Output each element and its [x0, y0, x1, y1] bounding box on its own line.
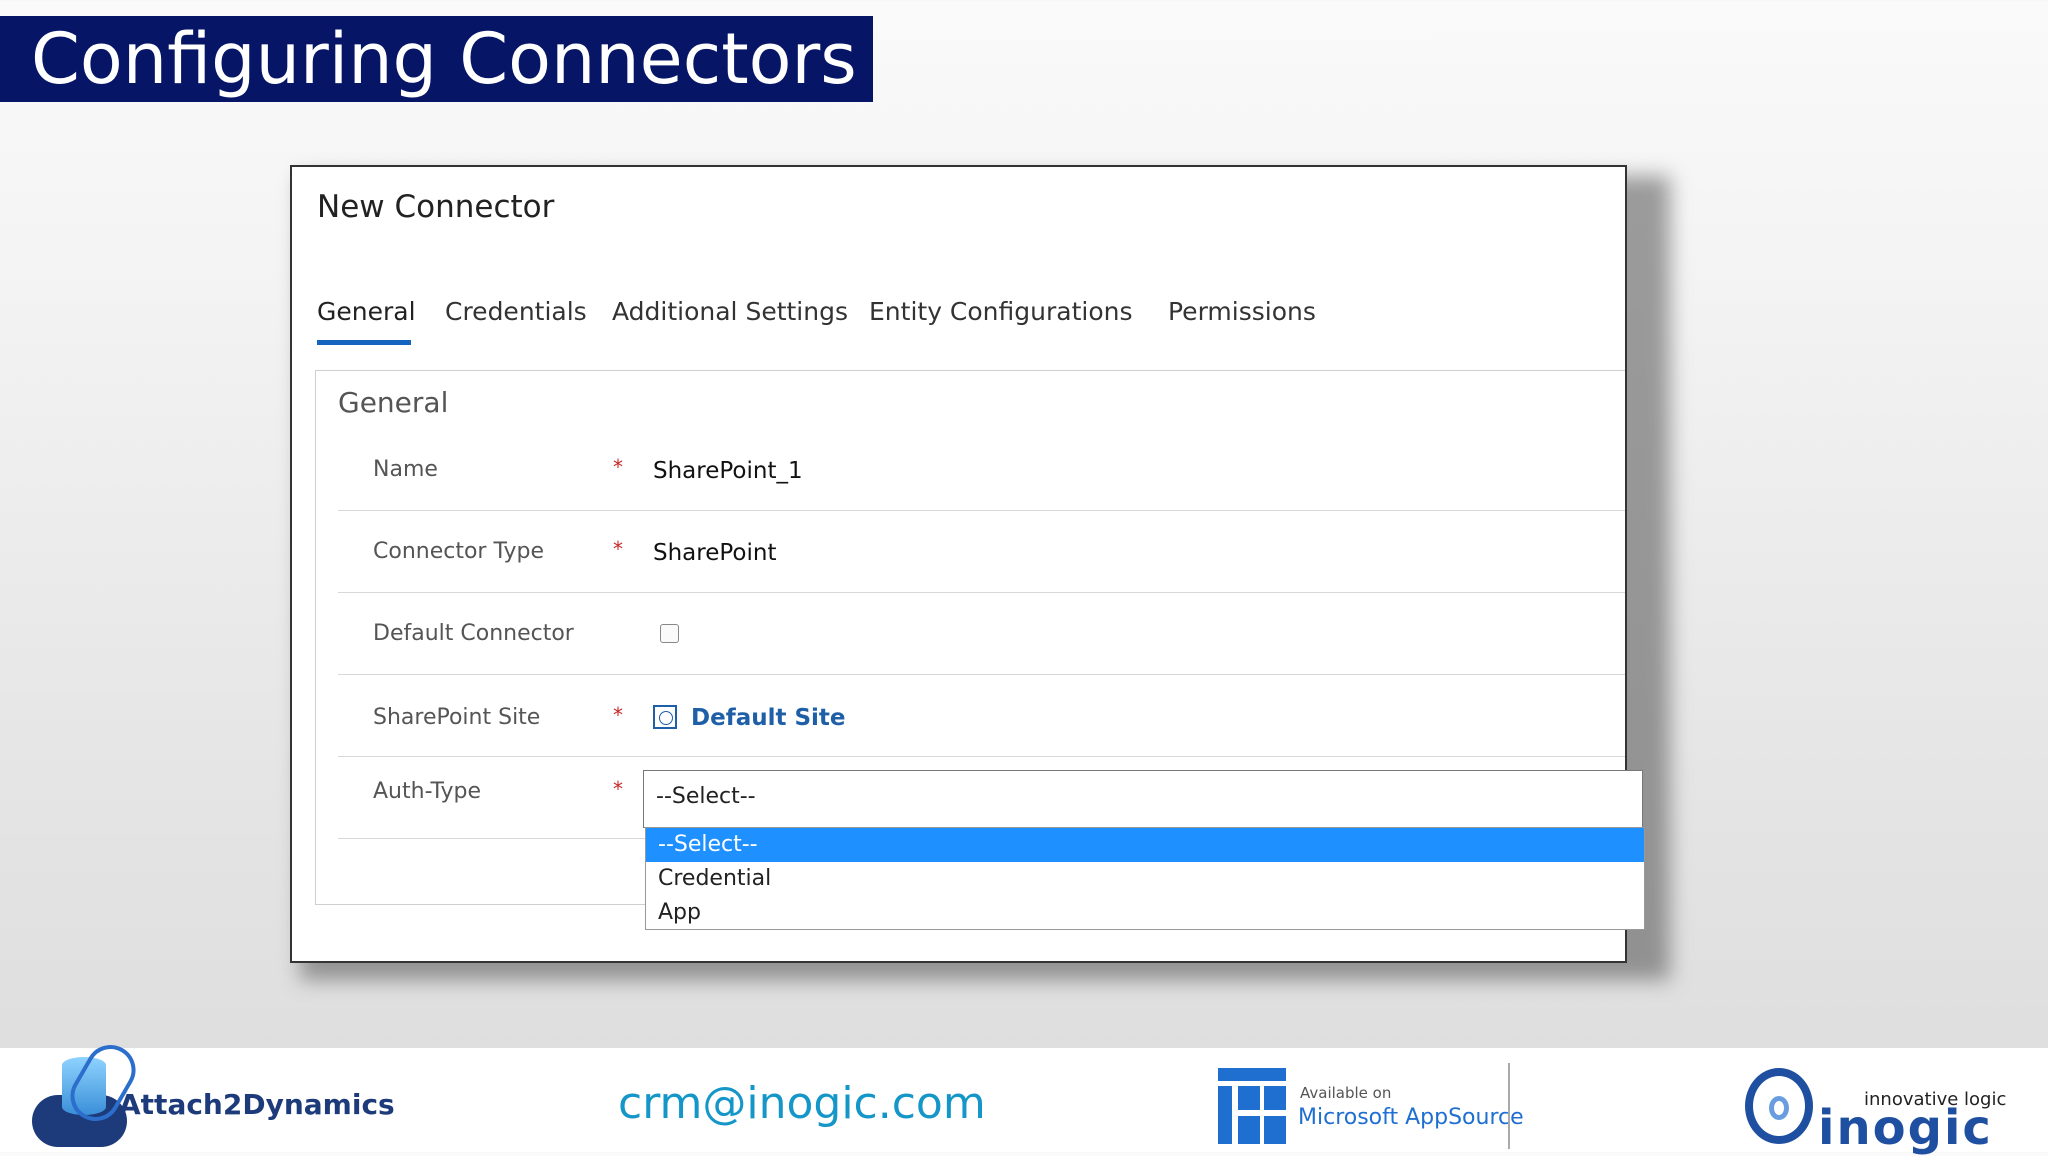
default-connector-label: Default Connector: [373, 621, 574, 646]
sharepoint-site-link[interactable]: Default Site: [691, 705, 846, 731]
name-value[interactable]: SharePoint_1: [653, 458, 803, 484]
inogic-logo-icon: [1745, 1068, 1813, 1144]
sharepoint-site-label: SharePoint Site: [373, 705, 541, 730]
required-marker: *: [613, 455, 623, 479]
required-marker: *: [613, 777, 623, 801]
auth-type-label: Auth-Type: [373, 779, 482, 804]
contact-email[interactable]: crm@inogic.com: [618, 1078, 986, 1129]
tab-credentials[interactable]: Credentials: [445, 297, 587, 326]
auth-type-select[interactable]: --Select--: [643, 770, 1643, 828]
microsoft-appsource-icon: [1218, 1068, 1286, 1144]
name-label: Name: [373, 457, 438, 482]
section-title: General: [338, 386, 449, 419]
slide-title: Configuring Connectors: [0, 16, 873, 102]
tab-general[interactable]: General: [317, 297, 416, 326]
connector-type-label: Connector Type: [373, 539, 544, 564]
appsource-caption: Available on: [1300, 1084, 1392, 1102]
default-connector-checkbox[interactable]: [660, 624, 679, 643]
sharepoint-site-row: SharePoint Site * Default Site: [338, 675, 1625, 757]
required-marker: *: [613, 703, 623, 727]
appsource-name: Microsoft AppSource: [1298, 1105, 1524, 1130]
tab-additional-settings[interactable]: Additional Settings: [612, 297, 848, 326]
attach2dynamics-logo-text: Attach2Dynamics: [119, 1088, 395, 1121]
inogic-logo-text: inogic: [1818, 1100, 1993, 1156]
tab-permissions[interactable]: Permissions: [1168, 297, 1316, 326]
connector-type-value[interactable]: SharePoint: [653, 540, 776, 566]
footer-divider: [1508, 1063, 1510, 1149]
required-marker: *: [613, 537, 623, 561]
connector-type-row: Connector Type * SharePoint: [338, 511, 1625, 593]
dialog-title: New Connector: [317, 189, 555, 225]
option-app[interactable]: App: [646, 896, 1644, 930]
option-select[interactable]: --Select--: [646, 828, 1644, 862]
lookup-record-icon: [653, 705, 677, 729]
auth-type-selected-value: --Select--: [656, 784, 756, 809]
auth-type-dropdown-list: --Select-- Credential App: [645, 827, 1645, 930]
default-connector-row: Default Connector: [338, 593, 1625, 675]
active-tab-indicator: [317, 340, 411, 345]
tab-entity-configurations[interactable]: Entity Configurations: [869, 297, 1133, 326]
option-credential[interactable]: Credential: [646, 862, 1644, 896]
name-row: Name * SharePoint_1: [338, 429, 1625, 511]
